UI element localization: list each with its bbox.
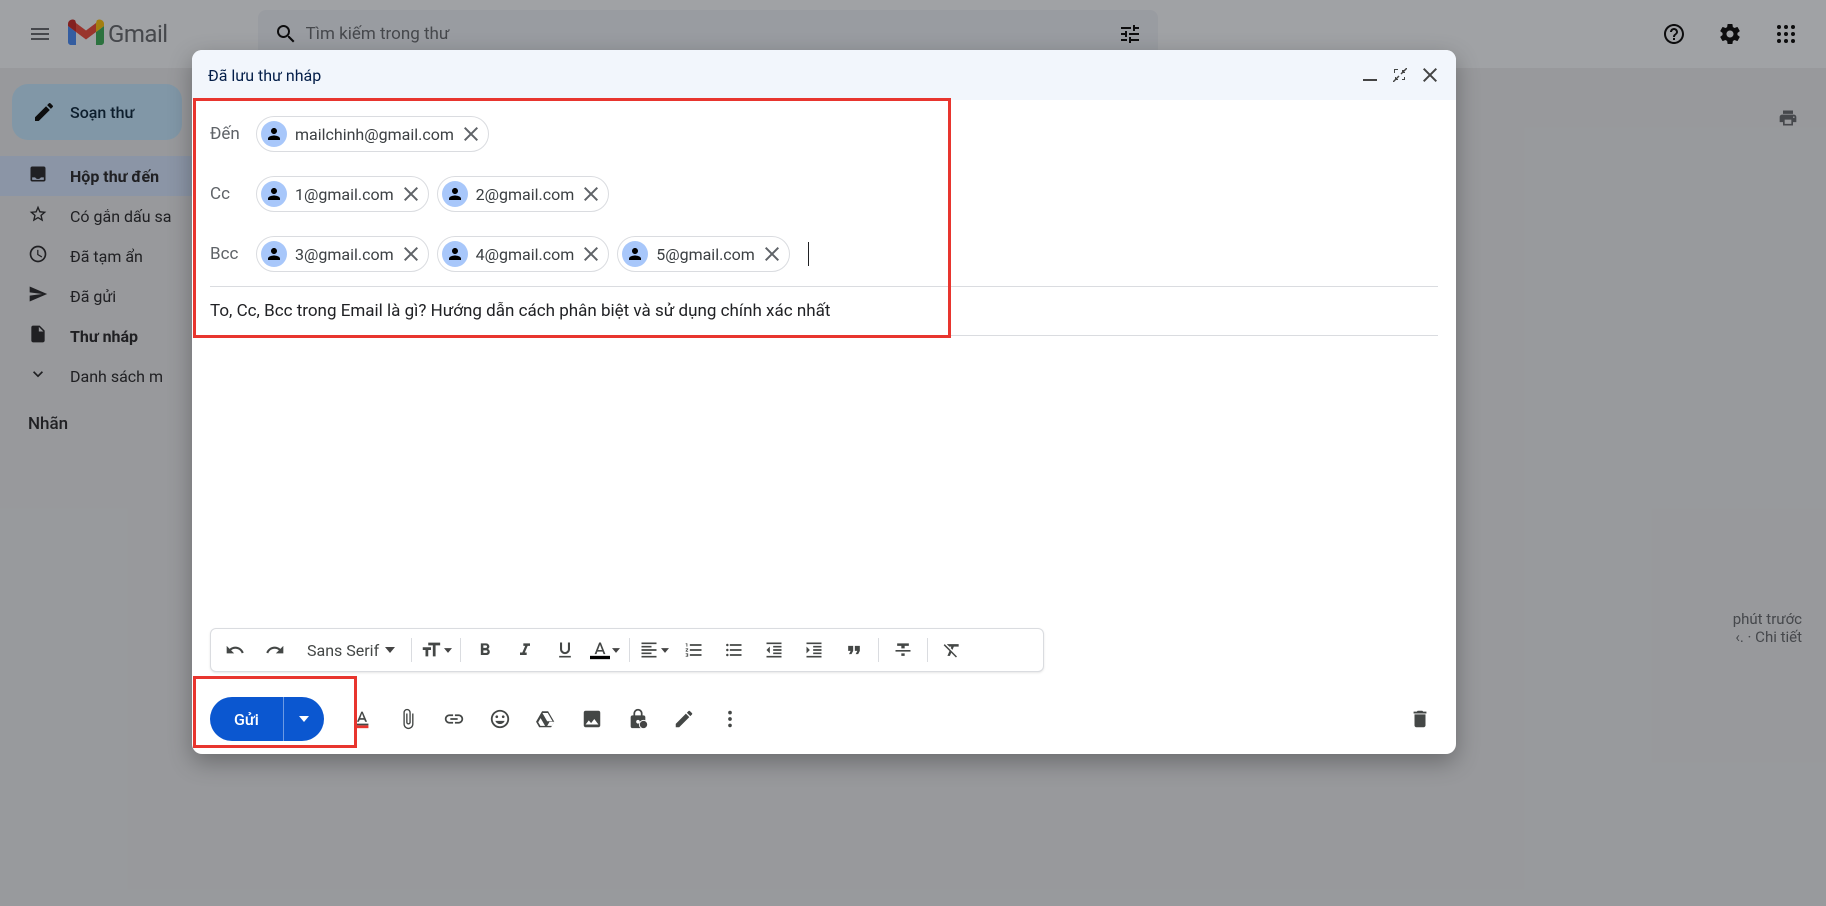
send-options-icon[interactable]	[284, 697, 324, 741]
font-size-icon[interactable]	[418, 632, 454, 668]
chip-email: 2@gmail.com	[476, 185, 575, 204]
text-color-icon[interactable]	[587, 632, 623, 668]
chip-email: 3@gmail.com	[295, 245, 394, 264]
bcc-label: Bcc	[210, 244, 244, 264]
align-icon[interactable]	[636, 632, 672, 668]
emoji-icon[interactable]	[482, 701, 518, 737]
discard-icon[interactable]	[1402, 701, 1438, 737]
avatar-icon	[261, 241, 287, 267]
bold-icon[interactable]	[467, 632, 503, 668]
send-button[interactable]: Gửi	[210, 697, 324, 741]
remove-chip-icon[interactable]	[462, 125, 480, 143]
quote-icon[interactable]	[836, 632, 872, 668]
chip-email: 1@gmail.com	[295, 185, 394, 204]
avatar-icon	[261, 121, 287, 147]
format-toggle-icon[interactable]	[344, 701, 380, 737]
remove-chip-icon[interactable]	[582, 185, 600, 203]
signature-icon[interactable]	[666, 701, 702, 737]
avatar-icon	[622, 241, 648, 267]
indent-less-icon[interactable]	[756, 632, 792, 668]
close-icon[interactable]	[1420, 65, 1440, 85]
bullet-list-icon[interactable]	[716, 632, 752, 668]
numbered-list-icon[interactable]	[676, 632, 712, 668]
undo-icon[interactable]	[217, 632, 253, 668]
compose-window: Đã lưu thư nháp Đến mailchinh@gmail.com …	[192, 50, 1456, 754]
subject-input[interactable]	[210, 301, 1438, 321]
chip-email: mailchinh@gmail.com	[295, 125, 454, 144]
chip-email: 4@gmail.com	[476, 245, 575, 264]
format-toolbar: Sans Serif	[210, 628, 1044, 672]
remove-chip-icon[interactable]	[582, 245, 600, 263]
cc-label: Cc	[210, 184, 244, 204]
confidential-icon[interactable]	[620, 701, 656, 737]
avatar-icon	[261, 181, 287, 207]
recipient-chip[interactable]: 3@gmail.com	[256, 236, 429, 272]
to-row[interactable]: Đến mailchinh@gmail.com	[210, 104, 1438, 164]
indent-more-icon[interactable]	[796, 632, 832, 668]
compose-title: Đã lưu thư nháp	[208, 66, 321, 85]
compose-body[interactable]	[192, 338, 1456, 628]
fullscreen-exit-icon[interactable]	[1390, 65, 1410, 85]
underline-icon[interactable]	[547, 632, 583, 668]
text-cursor	[808, 242, 809, 266]
more-options-icon[interactable]	[712, 701, 748, 737]
send-label[interactable]: Gửi	[210, 697, 284, 741]
clear-format-icon[interactable]	[934, 632, 970, 668]
recipient-chip[interactable]: 2@gmail.com	[437, 176, 610, 212]
recipient-chip[interactable]: 4@gmail.com	[437, 236, 610, 272]
minimize-icon[interactable]	[1360, 65, 1380, 85]
image-icon[interactable]	[574, 701, 610, 737]
cc-row[interactable]: Cc 1@gmail.com 2@gmail.com	[210, 164, 1438, 224]
strikethrough-icon[interactable]	[885, 632, 921, 668]
chip-email: 5@gmail.com	[656, 245, 755, 264]
bcc-row[interactable]: Bcc 3@gmail.com 4@gmail.com 5@gmail.com	[210, 224, 1438, 284]
attach-icon[interactable]	[390, 701, 426, 737]
remove-chip-icon[interactable]	[402, 185, 420, 203]
to-label: Đến	[210, 124, 244, 144]
avatar-icon	[442, 181, 468, 207]
link-icon[interactable]	[436, 701, 472, 737]
redo-icon[interactable]	[257, 632, 293, 668]
recipient-chip[interactable]: mailchinh@gmail.com	[256, 116, 489, 152]
remove-chip-icon[interactable]	[402, 245, 420, 263]
avatar-icon	[442, 241, 468, 267]
italic-icon[interactable]	[507, 632, 543, 668]
font-select[interactable]: Sans Serif	[297, 641, 405, 660]
drive-icon[interactable]	[528, 701, 564, 737]
remove-chip-icon[interactable]	[763, 245, 781, 263]
recipient-chip[interactable]: 5@gmail.com	[617, 236, 790, 272]
recipient-chip[interactable]: 1@gmail.com	[256, 176, 429, 212]
